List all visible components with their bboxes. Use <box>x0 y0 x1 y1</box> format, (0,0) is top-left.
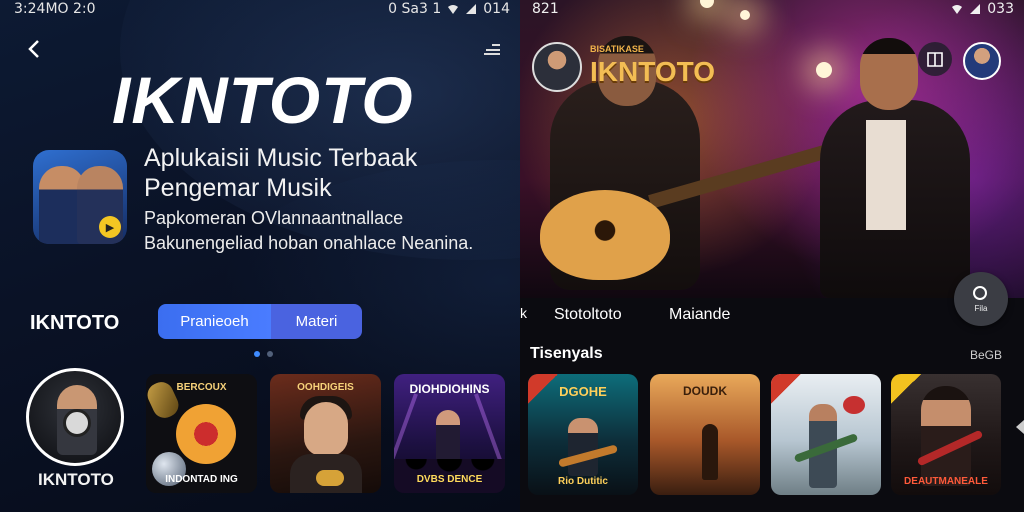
acoustic-guitar <box>540 190 670 280</box>
album-tile[interactable] <box>771 374 881 495</box>
record-icon[interactable] <box>63 409 91 437</box>
carousel-dot[interactable] <box>267 351 273 357</box>
battery-level: 033 <box>987 1 1014 17</box>
user-avatar[interactable] <box>963 42 1001 80</box>
nav-brand[interactable]: IKNTOTO <box>30 312 119 335</box>
album-tile-subtitle: DEAUTMANEALE <box>904 476 988 487</box>
album-tile-title: OOHDIGEIS <box>297 382 354 393</box>
tile-corner-badge <box>771 374 801 404</box>
featured-artist-label: IKNTOTO <box>38 470 114 489</box>
carousel-dot-active[interactable] <box>254 351 260 357</box>
guitarist-figure <box>568 418 598 476</box>
status-bar: 821 033 <box>520 0 1024 18</box>
album-tile[interactable]: DGOHE Rio Dutitic <box>528 374 638 495</box>
status-time: 3:24MO 2:0 <box>14 1 96 17</box>
fab-label: Fila <box>974 304 988 313</box>
tab-materi[interactable]: Materi <box>271 304 362 339</box>
status-bar: 3:24MO 2:0 0 Sa3 1 014 <box>0 0 520 18</box>
album-tile-subtitle: Rio Dutitic <box>558 476 608 487</box>
album-tile-title: BERCOUX <box>176 382 227 393</box>
album-tile-subtitle: DVBS DENCE <box>416 474 483 485</box>
album-tile[interactable]: DIOHDIOHINS DVBS DENCE <box>394 374 505 493</box>
scroll-right-icon[interactable] <box>1016 420 1024 434</box>
play-badge-icon: ▶ <box>99 216 121 238</box>
signal-icon <box>466 4 477 14</box>
left-screen: 3:24MO 2:0 0 Sa3 1 014 IKNTOTO ▶ Aplukai… <box>0 0 520 512</box>
album-tile[interactable]: OOHDIGEIS <box>270 374 381 493</box>
tile-corner-badge <box>891 374 921 404</box>
trumpet-icon <box>316 470 344 486</box>
guitarist-right-head <box>860 38 918 110</box>
record-icon <box>973 286 987 300</box>
tab-pranieoeh[interactable]: Pranieoeh <box>158 304 271 339</box>
album-tile[interactable]: BERCOUX INDONTAD ING <box>146 374 257 493</box>
brand-tagline: BISATIKASE <box>590 44 644 54</box>
menu-dots-icon[interactable] <box>482 42 502 56</box>
section-title: Tisenyals <box>530 345 603 362</box>
back-arrow-icon[interactable] <box>24 38 46 60</box>
album-tile-title: DIOHDIOHINS <box>409 382 490 396</box>
segmented-control: Pranieoeh Materi <box>158 304 362 339</box>
battery-level: 014 <box>483 1 510 17</box>
hero-title: IKNTOTO <box>112 63 414 137</box>
album-tile[interactable]: DEAUTMANEALE <box>891 374 1001 495</box>
brand-title: IKNTOTO <box>590 56 715 87</box>
status-icons: 0 Sa3 1 014 <box>388 1 510 17</box>
nav-item-stotoltoto[interactable]: Stotoltoto <box>554 306 622 324</box>
wifi-icon <box>952 5 963 14</box>
signal-icon <box>970 4 981 14</box>
status-time: 821 <box>532 1 559 17</box>
album-tile[interactable]: DOUDK <box>650 374 760 495</box>
album-tile-title: DGOHE <box>559 384 607 399</box>
featured-artist-avatar[interactable] <box>26 368 124 466</box>
brand-logo-avatar[interactable] <box>532 42 582 92</box>
status-icons-text: 0 Sa3 1 <box>388 1 442 17</box>
right-screen: 821 033 BISATIKASE IKNTOTO Fila k Stotol… <box>520 0 1024 512</box>
book-icon[interactable] <box>918 42 952 76</box>
guitarist-right-shirt <box>866 120 906 230</box>
vinyl-disc-icon <box>176 404 236 464</box>
app-description: Papkomeran OVlannaantnallace Bakunengeli… <box>144 208 474 253</box>
app-headline: Aplukaisii Music Terbaak Pengemar Musik <box>144 144 418 202</box>
nav-item-maiande[interactable]: Maiande <box>669 306 730 324</box>
carousel-indicator <box>254 351 273 357</box>
see-all-link[interactable]: BeGB <box>970 348 1002 362</box>
silhouette-figure <box>702 424 718 480</box>
album-tile-title: DOUDK <box>683 384 727 398</box>
parrot-icon <box>843 396 865 414</box>
status-icons: 033 <box>951 1 1014 17</box>
wifi-icon <box>448 5 459 14</box>
stage-spotlight <box>816 62 832 78</box>
artist-face <box>304 402 348 456</box>
nav-prefix: k <box>520 305 527 321</box>
album-tile-subtitle: INDONTAD ING <box>165 474 238 485</box>
app-icon[interactable]: ▶ <box>33 150 127 244</box>
record-fab-button[interactable]: Fila <box>954 272 1008 326</box>
